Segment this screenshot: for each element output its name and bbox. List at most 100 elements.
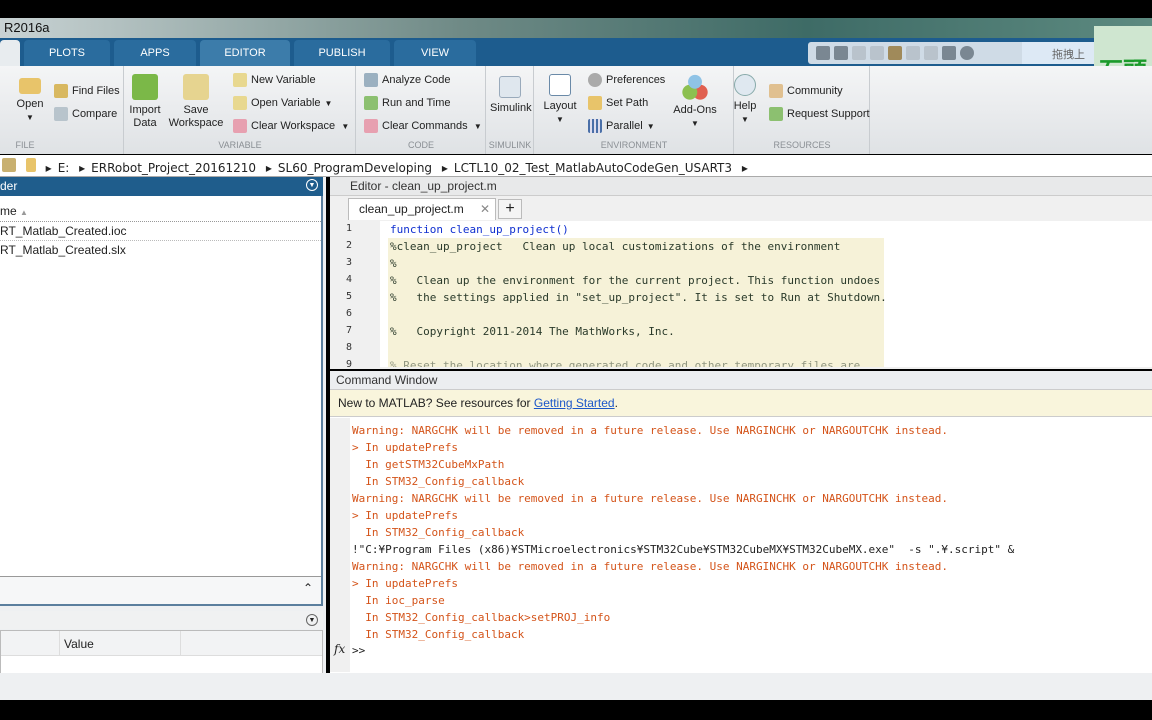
command-output-line: In STM32_Config_callback [352, 526, 525, 539]
new-variable-button[interactable]: New Variable [233, 73, 316, 87]
set-path-label: Set Path [606, 97, 649, 109]
layout-button[interactable]: Layout ▼ [540, 74, 580, 126]
file-section-label: FILE [15, 140, 35, 150]
run-and-time-label: Run and Time [382, 97, 451, 109]
search-input[interactable]: 拖拽上 [1022, 42, 1094, 64]
code-line: %clean_up_project Clean up local customi… [390, 240, 841, 253]
clear-commands-label: Clear Commands [382, 120, 468, 132]
tab-publish[interactable]: PUBLISH [294, 40, 390, 66]
breadcrumb-item[interactable]: LCTL10_02_Test_MatlabAutoCodeGen_USART3 [454, 161, 732, 175]
address-bar[interactable]: ▸ E: ▸ ERRobot_Project_20161210 ▸ SL60_Prog… [0, 155, 1152, 177]
file-item[interactable]: RT_Matlab_Created.slx [0, 241, 321, 260]
save-workspace-button[interactable]: Save Workspace [168, 74, 224, 130]
layout-icon [549, 74, 571, 96]
help-icon [734, 74, 756, 96]
analyze-code-icon [364, 73, 378, 87]
preferences-button[interactable]: Preferences [588, 73, 665, 87]
command-gutter [330, 418, 350, 672]
paste-icon[interactable] [888, 46, 902, 60]
new-variable-label: New Variable [251, 74, 316, 86]
cut-icon[interactable] [852, 46, 866, 60]
line-number: 3 [345, 257, 352, 268]
community-label: Community [787, 85, 843, 97]
command-output-line: > In updatePrefs [352, 509, 458, 522]
help-icon[interactable] [960, 46, 974, 60]
clear-workspace-button[interactable]: Clear Workspace ▼ [233, 119, 349, 133]
editor-tab[interactable]: clean_up_project.m ✕ [348, 198, 496, 220]
title-bar: R2016a [0, 18, 1152, 40]
shortcut-icon[interactable] [816, 46, 830, 60]
variable-section-label: VARIABLE [218, 140, 262, 150]
new-tab-button[interactable]: + [498, 199, 522, 219]
undo-icon[interactable] [906, 46, 920, 60]
getting-started-link[interactable]: Getting Started [534, 396, 615, 410]
layout-label: Layout [543, 100, 577, 112]
tab-apps[interactable]: APPS [114, 40, 196, 66]
add-ons-icon [682, 74, 708, 100]
tab-home[interactable] [0, 40, 20, 66]
tab-view[interactable]: VIEW [394, 40, 476, 66]
run-and-time-button[interactable]: Run and Time [364, 96, 450, 110]
breadcrumb-item[interactable]: ERRobot_Project_20161210 [91, 161, 256, 175]
open-button[interactable]: Open ▼ [14, 78, 46, 124]
code-editor[interactable]: 1 function clean_up_project() 2 %clean_up_p… [330, 221, 1152, 367]
tab-editor[interactable]: EDITOR [200, 40, 290, 66]
command-prompt[interactable]: >> [352, 642, 365, 659]
copy-icon[interactable] [870, 46, 884, 60]
redo-icon[interactable] [924, 46, 938, 60]
breadcrumb-sep: ▸ [441, 161, 448, 175]
browse-icon[interactable] [2, 158, 16, 172]
name-column-header[interactable]: me ▲ [0, 198, 321, 222]
simulink-label: Simulink [490, 102, 532, 114]
request-support-icon [769, 107, 783, 121]
panel-menu-icon[interactable]: ▼ [306, 179, 318, 191]
getting-started-banner: New to MATLAB? See resources for Getting… [330, 390, 1152, 417]
command-output-line: In STM32_Config_callback [352, 475, 525, 488]
import-data-button[interactable]: Import Data [128, 74, 162, 130]
banner-text: New to MATLAB? See resources for [338, 396, 534, 410]
workspace-header: ▼ [0, 611, 323, 629]
switch-windows-icon[interactable] [942, 46, 956, 60]
breadcrumb-item[interactable]: SL60_ProgramDeveloping [278, 161, 432, 175]
code-line: % Copyright 2011-2014 The MathWorks, Inc… [390, 325, 675, 338]
parallel-button[interactable]: Parallel ▼ [588, 119, 655, 133]
open-variable-icon [233, 96, 247, 110]
parallel-icon [588, 119, 602, 133]
save-icon[interactable] [834, 46, 848, 60]
command-output-line: In ioc_parse [352, 594, 445, 607]
file-item[interactable]: RT_Matlab_Created.ioc [0, 222, 321, 241]
command-window-header: Command Window [330, 371, 1152, 390]
command-output-line: > In updatePrefs [352, 441, 458, 454]
compare-icon [54, 107, 68, 121]
breadcrumb-sep: ▸ [45, 161, 52, 175]
simulink-button[interactable]: Simulink [490, 76, 532, 115]
breadcrumb-item[interactable]: E: [58, 161, 70, 175]
chevron-up-icon[interactable]: ⌃ [303, 581, 313, 595]
eraser-icon [364, 119, 378, 133]
panel-menu-icon[interactable]: ▼ [306, 614, 318, 626]
community-button[interactable]: Community [769, 84, 843, 98]
code-line: % Reset the location where generated cod… [390, 359, 861, 367]
close-icon[interactable]: ✕ [480, 202, 490, 216]
value-column-header[interactable]: Value [59, 631, 181, 656]
clear-commands-button[interactable]: Clear Commands ▼ [364, 119, 482, 133]
editor-header: Editor - clean_up_project.m [330, 177, 1152, 196]
request-support-button[interactable]: Request Support [769, 107, 870, 121]
help-button[interactable]: Help ▼ [730, 74, 760, 126]
function-browser-icon[interactable]: fx [334, 642, 345, 656]
compare-button[interactable]: Compare [54, 107, 117, 121]
parallel-label: Parallel [606, 120, 643, 132]
tab-plots[interactable]: PLOTS [24, 40, 110, 66]
analyze-code-button[interactable]: Analyze Code [364, 73, 451, 87]
import-icon [132, 74, 158, 100]
folder-icon [25, 158, 36, 172]
details-bar: ⌃ [0, 576, 321, 604]
add-ons-label: Add-Ons [673, 104, 717, 116]
run-and-time-icon [364, 96, 378, 110]
open-variable-button[interactable]: Open Variable ▼ [233, 96, 332, 110]
set-path-button[interactable]: Set Path [588, 96, 648, 110]
save-workspace-label: Save Workspace [168, 104, 224, 129]
add-ons-button[interactable]: Add-Ons ▼ [672, 74, 718, 130]
find-files-button[interactable]: Find Files [54, 84, 120, 98]
resources-section-label: RESOURCES [773, 140, 831, 150]
